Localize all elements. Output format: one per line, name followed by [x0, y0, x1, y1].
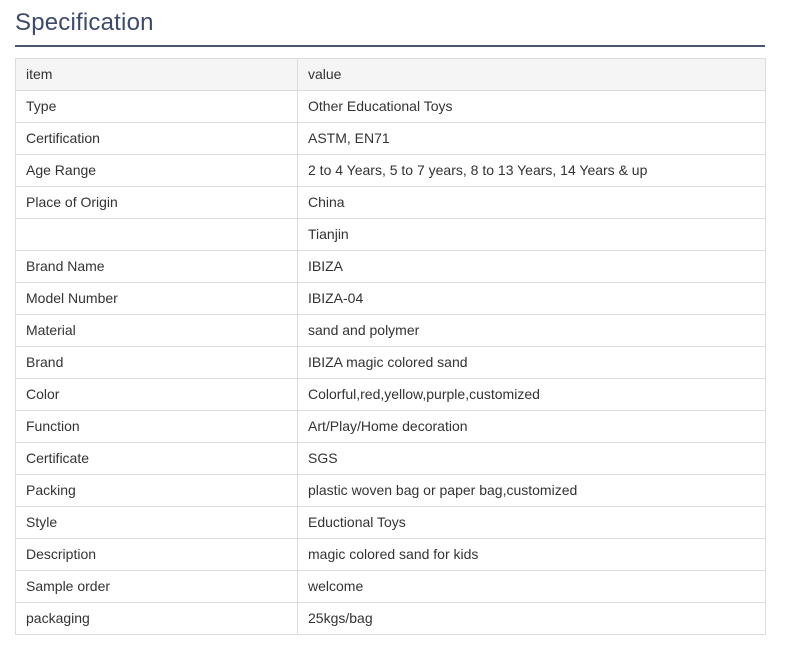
table-row: Brand Name IBIZA	[15, 250, 766, 283]
row-value: Eductional Toys	[297, 506, 766, 539]
table-row: Sample order welcome	[15, 570, 766, 603]
table-row: Tianjin	[15, 218, 766, 251]
row-item: Color	[15, 378, 298, 411]
row-value: Tianjin	[297, 218, 766, 251]
row-item: Certification	[15, 122, 298, 155]
table-row: Type Other Educational Toys	[15, 90, 766, 123]
row-item: Type	[15, 90, 298, 123]
table-row: Function Art/Play/Home decoration	[15, 410, 766, 443]
row-value: IBIZA magic colored sand	[297, 346, 766, 379]
row-value: Other Educational Toys	[297, 90, 766, 123]
table-row: Material sand and polymer	[15, 314, 766, 347]
row-item: Description	[15, 538, 298, 571]
table-row: Age Range 2 to 4 Years, 5 to 7 years, 8 …	[15, 154, 766, 187]
row-item: Style	[15, 506, 298, 539]
table-row: Color Colorful,red,yellow,purple,customi…	[15, 378, 766, 411]
title-divider	[15, 45, 765, 47]
table-row: Style Eductional Toys	[15, 506, 766, 539]
row-item: Brand Name	[15, 250, 298, 283]
table-row: Certification ASTM, EN71	[15, 122, 766, 155]
table-row: Place of Origin China	[15, 186, 766, 219]
column-header-value: value	[297, 58, 766, 91]
row-item: Certificate	[15, 442, 298, 475]
row-item: Brand	[15, 346, 298, 379]
table-row: Brand IBIZA magic colored sand	[15, 346, 766, 379]
row-item: Model Number	[15, 282, 298, 315]
row-item: Packing	[15, 474, 298, 507]
row-item: packaging	[15, 602, 298, 635]
row-value: Colorful,red,yellow,purple,customized	[297, 378, 766, 411]
row-item: Place of Origin	[15, 186, 298, 219]
row-value: IBIZA	[297, 250, 766, 283]
table-header-row: item value	[15, 58, 766, 91]
table-row: Packing plastic woven bag or paper bag,c…	[15, 474, 766, 507]
row-item: Function	[15, 410, 298, 443]
row-value: plastic woven bag or paper bag,customize…	[297, 474, 766, 507]
row-item: Sample order	[15, 570, 298, 603]
specification-table: item value Type Other Educational Toys C…	[15, 58, 766, 635]
row-value: welcome	[297, 570, 766, 603]
row-value: IBIZA-04	[297, 282, 766, 315]
table-row: Certificate SGS	[15, 442, 766, 475]
row-item: Material	[15, 314, 298, 347]
row-value: China	[297, 186, 766, 219]
row-item	[15, 218, 298, 251]
table-row: packaging 25kgs/bag	[15, 602, 766, 635]
row-value: Art/Play/Home decoration	[297, 410, 766, 443]
column-header-item: item	[15, 58, 298, 91]
table-row: Description magic colored sand for kids	[15, 538, 766, 571]
row-value: sand and polymer	[297, 314, 766, 347]
row-value: 2 to 4 Years, 5 to 7 years, 8 to 13 Year…	[297, 154, 766, 187]
page-title: Specification	[15, 9, 154, 36]
row-item: Age Range	[15, 154, 298, 187]
row-value: 25kgs/bag	[297, 602, 766, 635]
table-row: Model Number IBIZA-04	[15, 282, 766, 315]
row-value: magic colored sand for kids	[297, 538, 766, 571]
row-value: ASTM, EN71	[297, 122, 766, 155]
row-value: SGS	[297, 442, 766, 475]
